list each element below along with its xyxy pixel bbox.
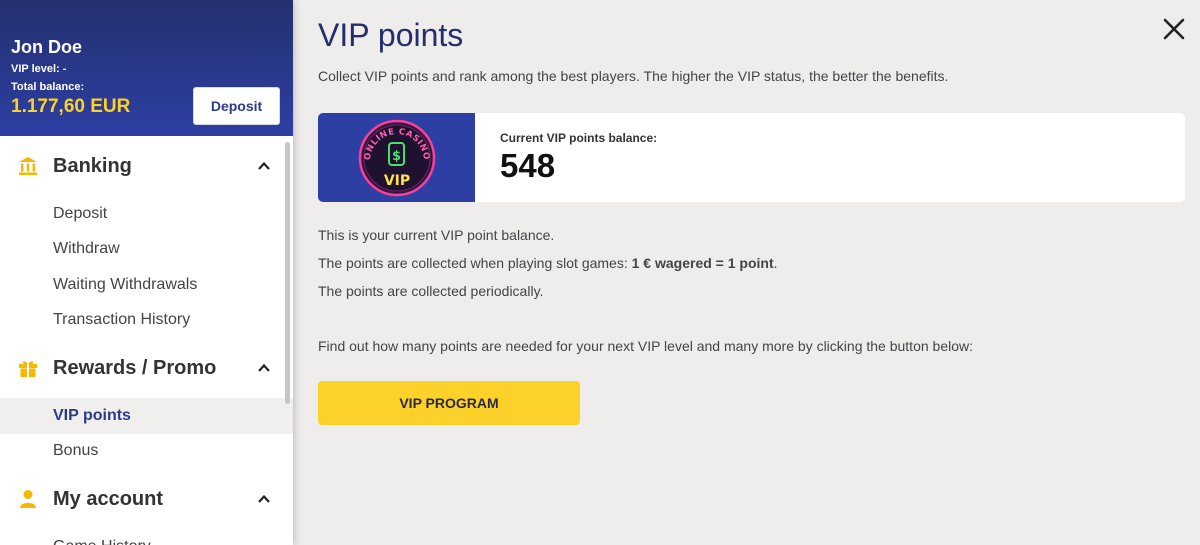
vip-balance-label: Current VIP points balance: <box>500 131 658 145</box>
section-label: Banking <box>53 154 132 177</box>
vip-level: VIP level: - <box>11 63 67 75</box>
menu-item-deposit[interactable]: Deposit <box>0 196 293 232</box>
vip-balance-value: 548 <box>500 147 556 184</box>
user-header: Jon Doe VIP level: - Total balance: 1.17… <box>0 0 293 136</box>
menu-item-withdraw[interactable]: Withdraw <box>0 232 293 268</box>
user-icon <box>18 489 38 509</box>
info-line-2: The points are collected when playing sl… <box>318 255 778 271</box>
section-label: Rewards / Promo <box>53 356 217 379</box>
close-icon[interactable] <box>1162 17 1186 41</box>
vip-badge: ONLINE CASINO $ VIP <box>318 113 475 202</box>
info-line-1: This is your current VIP point balance. <box>318 227 555 243</box>
page-subtitle: Collect VIP points and rank among the be… <box>318 68 949 84</box>
deposit-button[interactable]: Deposit <box>193 87 280 125</box>
vip-balance-card: ONLINE CASINO $ VIP Current VIP points b… <box>318 113 1185 202</box>
info-line-3: The points are collected periodically. <box>318 283 544 299</box>
svg-text:VIP: VIP <box>383 173 409 189</box>
section-rewards-promo[interactable]: Rewards / Promo <box>0 338 293 398</box>
menu-item-transaction-history[interactable]: Transaction History <box>0 303 293 339</box>
sidebar-menu: Banking Deposit Withdraw Waiting Withdra… <box>0 136 293 545</box>
main-content: VIP points Collect VIP points and rank a… <box>293 0 1200 545</box>
chevron-up-icon[interactable] <box>257 492 271 506</box>
menu-item-game-history[interactable]: Game History <box>0 529 293 545</box>
user-name: Jon Doe <box>11 37 83 57</box>
info-cta: Find out how many points are needed for … <box>318 338 973 354</box>
bank-icon <box>18 156 38 176</box>
vip-casino-logo-icon: ONLINE CASINO $ VIP <box>358 119 435 196</box>
menu-item-bonus[interactable]: Bonus <box>0 434 293 470</box>
svg-text:$: $ <box>391 149 400 164</box>
sidebar: Jon Doe VIP level: - Total balance: 1.17… <box>0 0 293 545</box>
section-label: My account <box>53 487 164 510</box>
vip-program-button[interactable]: VIP PROGRAM <box>318 381 580 425</box>
chevron-up-icon[interactable] <box>257 159 271 173</box>
section-my-account[interactable]: My account <box>0 469 293 529</box>
sidebar-scrollbar[interactable] <box>285 142 290 404</box>
gift-icon <box>18 358 38 378</box>
chevron-up-icon[interactable] <box>257 361 271 375</box>
section-banking[interactable]: Banking <box>0 136 293 196</box>
vip-info: This is your current VIP point balance. … <box>318 226 973 365</box>
page-title: VIP points <box>318 17 464 53</box>
menu-item-vip-points[interactable]: VIP points <box>0 398 293 434</box>
menu-item-waiting-withdrawals[interactable]: Waiting Withdrawals <box>0 267 293 303</box>
